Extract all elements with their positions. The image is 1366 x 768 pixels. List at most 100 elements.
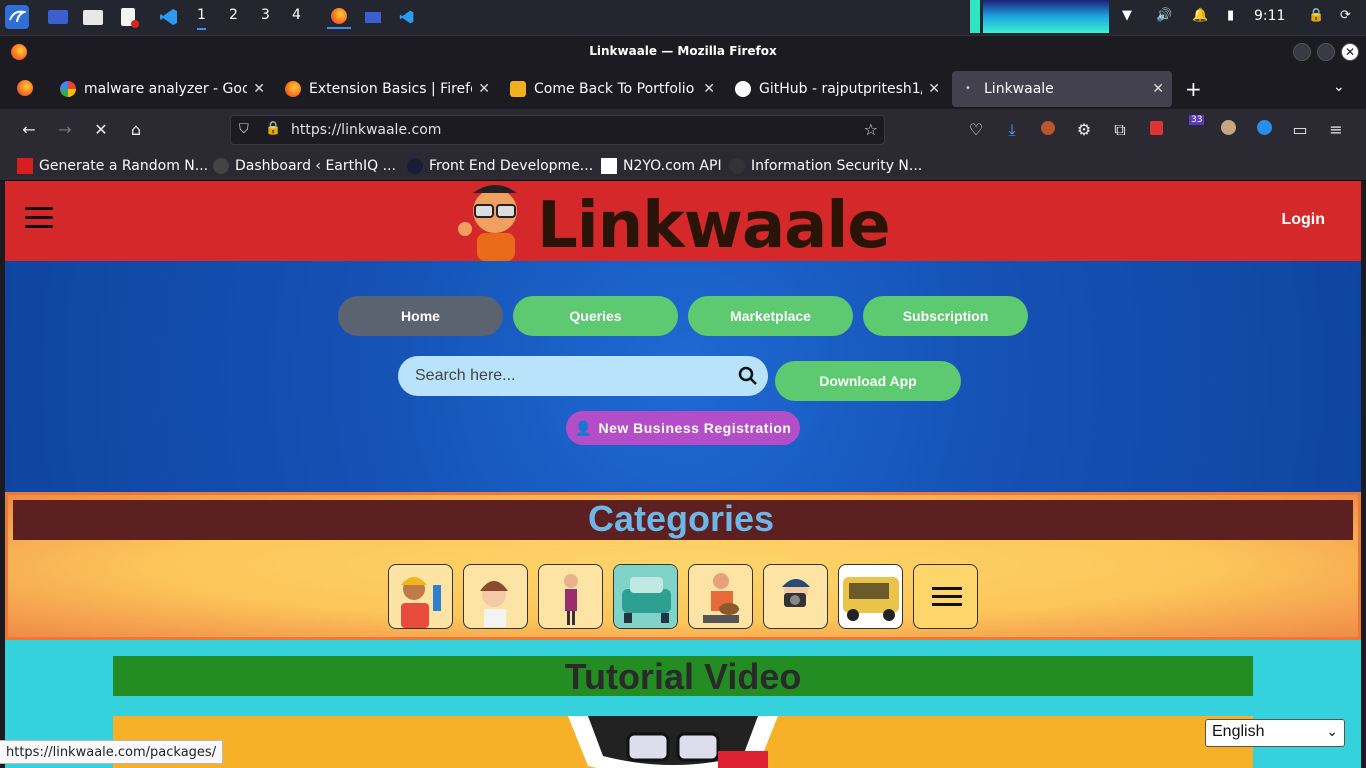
category-more[interactable] [913,564,978,629]
bookmark-info-security[interactable]: Information Security N... [729,157,922,175]
notification-bell-icon[interactable]: 🔔 [1192,8,1208,23]
privacy-badger-icon[interactable] [1218,120,1238,139]
chevron-down-icon: ⌄ [1326,723,1338,739]
site-menu-icon[interactable] [25,207,53,229]
workspace-3[interactable]: 3 [261,7,270,23]
firefox-view-icon[interactable] [17,80,33,96]
app-menu-icon[interactable]: ≡ [1326,120,1346,139]
bookmark-n2yo[interactable]: N2YO.com API [601,157,722,175]
video-downloader-icon[interactable] [1254,120,1274,139]
url-text[interactable]: https://linkwaale.com [291,122,441,138]
vscode-task-icon[interactable] [395,5,419,29]
downloads-icon[interactable]: ⤓ [1002,120,1022,140]
bookmark-label: Front End Developme... [429,158,594,174]
lock-icon[interactable]: 🔒 [1308,8,1324,23]
back-icon[interactable]: ← [19,120,39,139]
login-link[interactable]: Login [1281,211,1325,229]
search-input[interactable]: Search here... [398,356,768,396]
photographer-icon [782,579,810,607]
screenshot-icon[interactable]: ▭ [1290,120,1310,139]
cpu-graph [970,0,980,33]
nav-subscription-button[interactable]: Subscription [863,296,1028,336]
bookmarks-toolbar: Generate a Random N... Dashboard ‹ Earth… [0,151,1366,181]
category-beauty[interactable] [463,564,528,629]
language-value: English [1212,723,1265,740]
google-icon [60,81,76,97]
download-app-button[interactable]: Download App [775,361,961,401]
extensions-puzzle-icon[interactable]: ⧉ [1110,120,1130,140]
workspace-1[interactable]: 1 [197,7,206,30]
minimize-button[interactable] [1293,43,1311,61]
praying-hands-icon [510,81,526,97]
new-tab-button[interactable]: + [1185,77,1202,101]
firefox-task-icon[interactable] [327,5,351,29]
padlock-icon[interactable]: 🔒 [265,121,281,136]
nav-marketplace-button[interactable]: Marketplace [688,296,853,336]
tutorial-title: Tutorial Video [564,656,802,697]
new-business-label: New Business Registration [598,420,792,436]
file-manager-icon[interactable] [81,5,105,29]
close-tab-icon[interactable]: ✕ [478,81,490,97]
home-icon[interactable]: ⌂ [126,120,146,139]
bookmark-earthiq[interactable]: Dashboard ‹ EarthIQ ... [213,157,396,175]
category-music[interactable] [688,564,753,629]
battery-icon[interactable]: ▮ [1227,8,1234,23]
tutorial-video[interactable] [113,716,1253,768]
category-electrician[interactable] [388,564,453,629]
forward-icon[interactable]: → [55,120,75,139]
bookmark-favicon-icon [407,158,423,174]
new-business-registration-button[interactable]: 👤 New Business Registration [566,411,800,445]
kali-menu-icon[interactable] [5,5,29,29]
add-user-icon: 👤 [574,419,593,436]
extension-icon[interactable] [1038,120,1058,139]
power-icon[interactable]: ⟳ [1340,8,1351,23]
text-editor-icon[interactable] [116,5,140,29]
clock[interactable]: 9:11 [1254,8,1285,24]
tab-label: GitHub - rajputpritesh1/M [759,81,923,97]
teacher-icon [564,574,578,625]
tab-github[interactable]: GitHub - rajputpritesh1/M ✕ [735,71,940,107]
site-header: Linkwaale Login [5,181,1361,263]
list-all-tabs-icon[interactable]: ⌄ [1333,79,1345,95]
nav-home-button[interactable]: Home [338,296,503,336]
close-tab-icon[interactable]: ✕ [1152,81,1164,97]
tab-extension-basics[interactable]: Extension Basics | Firefox ✕ [285,71,490,107]
workspace-4[interactable]: 4 [292,7,301,23]
site-logo[interactable]: Linkwaale [445,181,895,263]
mascot-icon [458,185,517,261]
beauty-icon [480,581,508,627]
bookmark-front-end[interactable]: Front End Developme... [407,157,593,175]
window-title: Linkwaale — Mozilla Firefox [589,44,777,58]
category-car[interactable] [613,564,678,629]
close-window-button[interactable]: ✕ [1341,43,1359,61]
category-auto-rickshaw[interactable] [838,564,903,629]
bookmark-random-number[interactable]: Generate a Random N... [17,157,208,175]
nav-queries-button[interactable]: Queries [513,296,678,336]
ublock-icon[interactable] [1146,120,1166,139]
language-select[interactable]: English ⌄ [1205,719,1345,747]
maximize-button[interactable] [1317,43,1335,61]
volume-icon[interactable]: 🔊 [1156,8,1172,23]
bookmark-star-icon[interactable]: ☆ [864,120,878,139]
settings-gear-icon[interactable]: ⚙ [1074,120,1094,139]
search-icon[interactable] [738,366,758,386]
category-photography[interactable] [763,564,828,629]
tab-malware-analyzer[interactable]: malware analyzer - Googl ✕ [60,71,265,107]
url-bar[interactable]: ⛉ 🔒 https://linkwaale.com ☆ [230,115,885,145]
extension-badge: 33 [1189,115,1205,125]
close-tab-icon[interactable]: ✕ [253,81,265,97]
pocket-icon[interactable]: ♡ [966,120,986,139]
window-task-icon[interactable] [361,5,385,29]
workspace-2[interactable]: 2 [229,7,238,23]
wifi-icon[interactable]: ▼ [1122,8,1132,23]
auto-rickshaw-icon [843,577,899,621]
tab-linkwaale[interactable]: • Linkwaale ✕ [952,71,1172,107]
tab-portfolio[interactable]: Come Back To Portfolio ✕ [510,71,715,107]
stop-loading-icon[interactable]: ✕ [91,120,111,139]
tracking-shield-icon[interactable]: ⛉ [239,122,249,137]
category-teacher[interactable] [538,564,603,629]
vscode-icon[interactable] [157,5,181,29]
close-tab-icon[interactable]: ✕ [928,81,940,97]
desktop-icon[interactable] [46,5,70,29]
close-tab-icon[interactable]: ✕ [703,81,715,97]
